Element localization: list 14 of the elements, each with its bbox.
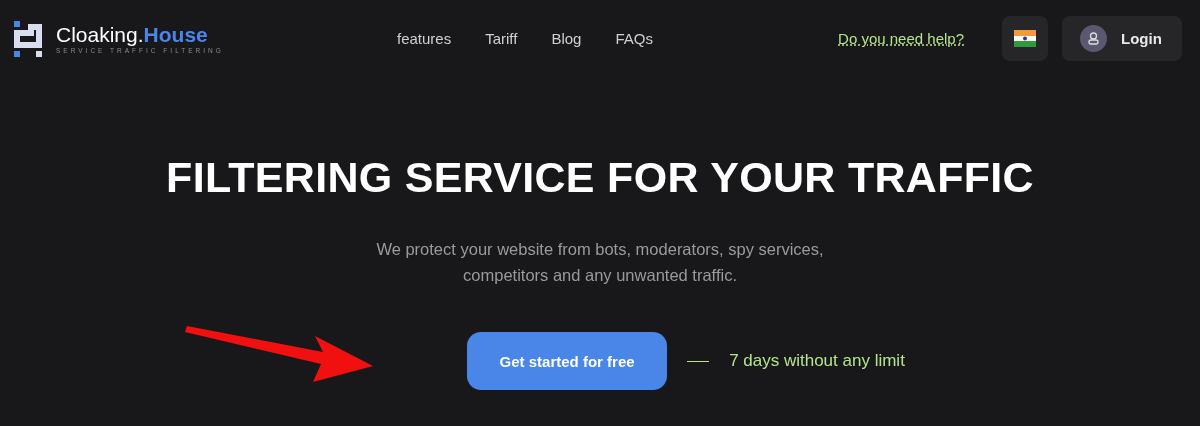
language-button[interactable]	[1002, 16, 1048, 61]
brand-name: Cloaking.House	[56, 23, 209, 46]
nav-link[interactable]: features	[397, 30, 452, 47]
flag-icon	[1014, 30, 1036, 47]
nav-link[interactable]: Tariff	[485, 30, 518, 47]
get-started-button[interactable]: Get started for free	[467, 332, 668, 390]
help-link[interactable]: Do you need help?	[838, 30, 964, 47]
hero-title: FILTERING SERVICE FOR YOUR TRAFFIC	[166, 153, 1034, 202]
trial-note: 7 days without any limit	[729, 351, 905, 371]
nav-link[interactable]: Blog	[551, 30, 582, 47]
nav-link[interactable]: FAQs	[615, 30, 653, 47]
hero-subtitle: We protect your website from bots, moderators, spy services, competitors and any unwanted traffic.	[375, 239, 825, 286]
user-icon	[1080, 25, 1107, 52]
login-button[interactable]: Login	[1062, 16, 1182, 61]
